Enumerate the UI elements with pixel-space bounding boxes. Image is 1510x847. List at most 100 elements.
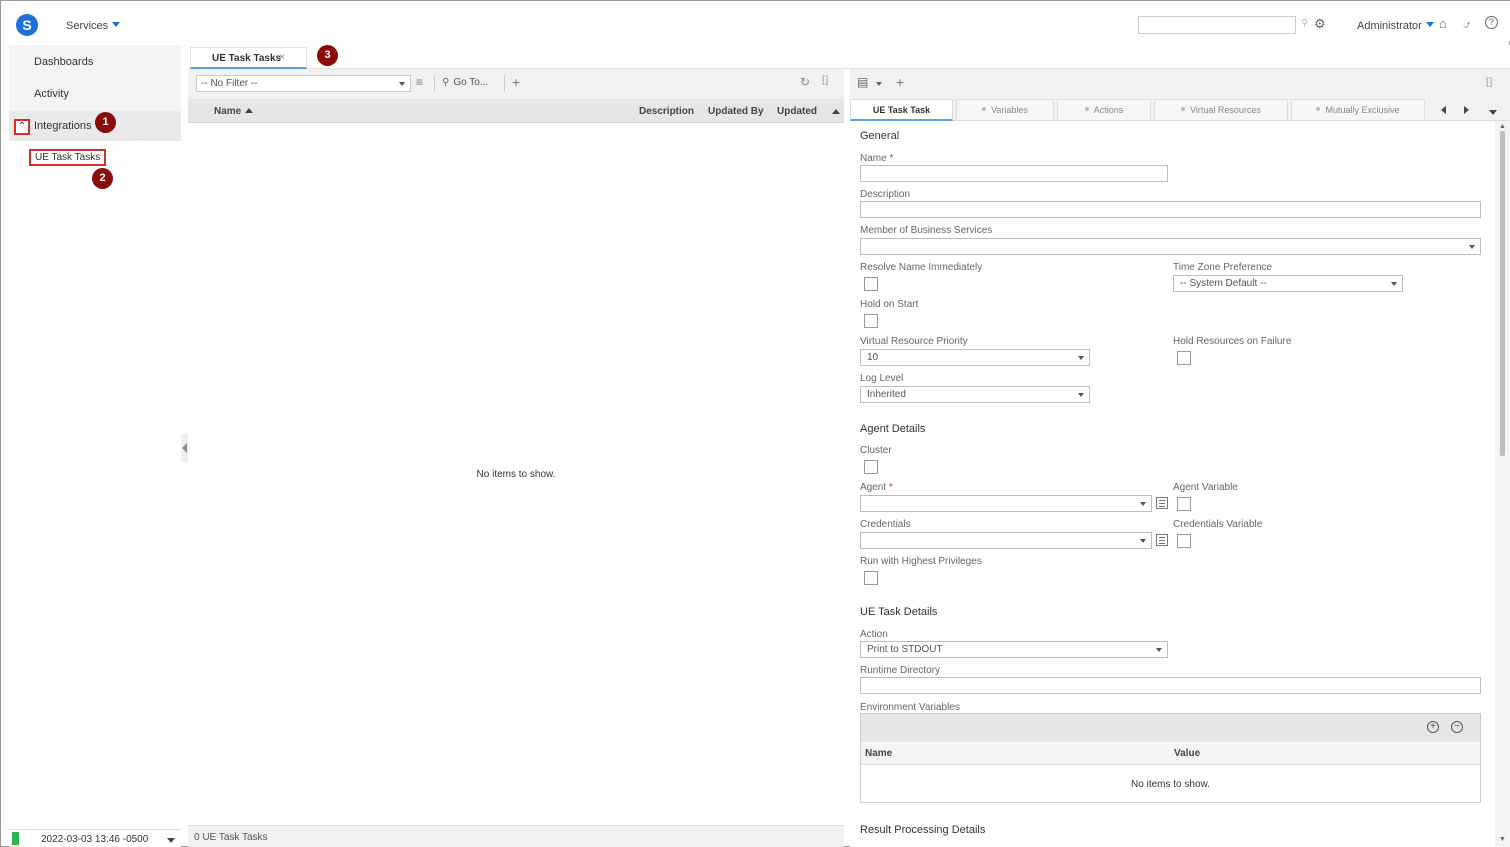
- log-select[interactable]: Inherited: [860, 386, 1090, 403]
- close-icon[interactable]: ×: [279, 52, 285, 63]
- tab-variables[interactable]: Variables: [956, 99, 1054, 121]
- column-header-updated[interactable]: Updated: [777, 106, 817, 117]
- scroll-thumb[interactable]: [1500, 131, 1505, 456]
- sidebar-item-activity[interactable]: Activity: [9, 79, 181, 109]
- chevron-down-icon: [1078, 393, 1084, 397]
- expand-icon[interactable]: [ ]: [822, 75, 828, 86]
- tab-ue-task-task[interactable]: UE Task Task: [850, 99, 953, 121]
- label-text: Name: [860, 153, 887, 164]
- gear-icon[interactable]: ⚙: [1314, 16, 1326, 32]
- filter-icon[interactable]: ≡: [416, 75, 423, 89]
- runtime-dir-field[interactable]: [860, 677, 1481, 694]
- collapse-up-icon[interactable]: ⌃: [14, 119, 30, 135]
- detail-pane: ▤ + [ ] UE Task Task Variables Actions V…: [850, 69, 1510, 847]
- sort-up-icon: [245, 108, 254, 113]
- action-select[interactable]: Print to STDOUT: [860, 641, 1168, 658]
- description-field[interactable]: [860, 201, 1481, 218]
- datetime-bar[interactable]: 2022-03-03 13:46 -0500: [9, 829, 181, 847]
- member-select[interactable]: [860, 238, 1481, 255]
- divider: [504, 75, 505, 92]
- scroll-down-icon[interactable]: ▼: [1499, 836, 1506, 843]
- vrp-select[interactable]: 10: [860, 349, 1090, 366]
- user-menu[interactable]: Administrator: [1357, 20, 1434, 32]
- env-header: Name Value: [861, 742, 1480, 765]
- agent-label: Agent *: [860, 482, 893, 493]
- agent-var-checkbox[interactable]: [1177, 497, 1191, 511]
- label-text: Agent: [860, 482, 887, 493]
- log-label: Log Level: [860, 373, 904, 384]
- env-column-value[interactable]: Value: [1174, 748, 1200, 759]
- tz-label: Time Zone Preference: [1173, 262, 1273, 273]
- empty-message: No items to show.: [476, 469, 556, 480]
- annotation-badge-2: 2: [92, 168, 113, 189]
- detail-tabs: UE Task Task Variables Actions Virtual R…: [850, 99, 1510, 121]
- name-field[interactable]: [860, 165, 1168, 182]
- tab-label: Mutually Exclusive: [1325, 105, 1400, 115]
- bell-icon[interactable]: ⍻: [1463, 16, 1470, 32]
- list-header: Name Description Updated By Updated: [188, 99, 844, 123]
- cred-select[interactable]: [860, 532, 1152, 549]
- filter-select[interactable]: -- No Filter --: [196, 75, 411, 92]
- help-icon[interactable]: ?: [1485, 16, 1498, 29]
- remove-icon[interactable]: −: [1451, 721, 1463, 733]
- goto-button[interactable]: ⚲ Go To...: [442, 77, 488, 88]
- add-icon[interactable]: +: [512, 74, 520, 90]
- add-icon[interactable]: +: [1427, 721, 1439, 733]
- sidebar-item-label: Integrations: [34, 120, 92, 132]
- column-header-updated-by[interactable]: Updated By: [708, 106, 764, 117]
- runtime-dir-label: Runtime Directory: [860, 665, 941, 676]
- add-icon[interactable]: +: [896, 74, 904, 90]
- hold-res-checkbox[interactable]: [1177, 351, 1191, 365]
- env-label: Environment Variables: [860, 702, 960, 713]
- search-icon[interactable]: ⚲: [1301, 18, 1308, 29]
- app-logo[interactable]: S: [16, 14, 38, 36]
- list-pane: -- No Filter -- ≡ ⚲ Go To... + ↻ [ ] Name…: [188, 69, 844, 847]
- tab-menu-icon[interactable]: [1489, 110, 1497, 115]
- list-picker-icon[interactable]: [1156, 534, 1168, 546]
- home-icon[interactable]: ⌂: [1439, 16, 1447, 31]
- status-indicator: [12, 832, 19, 845]
- save-icon[interactable]: ▤: [857, 75, 868, 89]
- tz-value: -- System Default --: [1180, 278, 1267, 289]
- env-column-name[interactable]: Name: [865, 748, 892, 759]
- goto-label: Go To...: [453, 77, 489, 88]
- column-header-label: Name: [214, 106, 242, 117]
- tz-select[interactable]: -- System Default --: [1173, 275, 1403, 292]
- column-header-name[interactable]: Name: [214, 106, 254, 117]
- chevron-down-icon[interactable]: [876, 82, 882, 86]
- column-header-description[interactable]: Description: [639, 106, 694, 117]
- env-empty-message: No items to show.: [1131, 779, 1210, 790]
- sidebar-item-dashboards[interactable]: Dashboards: [9, 47, 181, 77]
- hold-checkbox[interactable]: [864, 314, 878, 328]
- resolve-checkbox[interactable]: [864, 277, 878, 291]
- tab-scroll-right-icon[interactable]: [1464, 106, 1469, 114]
- filter-value: -- No Filter --: [201, 78, 258, 89]
- scroll-up-icon[interactable]: [832, 109, 840, 114]
- tab-scroll-left-icon[interactable]: [1441, 106, 1446, 114]
- detail-toolbar: ▤ + [ ]: [850, 69, 1510, 99]
- run-high-checkbox[interactable]: [864, 571, 878, 585]
- services-menu[interactable]: Services: [66, 20, 121, 32]
- cred-var-checkbox[interactable]: [1177, 534, 1191, 548]
- sidebar-collapse-handle[interactable]: [181, 434, 188, 462]
- expand-icon[interactable]: [ ]: [1486, 77, 1492, 88]
- tab-virtual-resources[interactable]: Virtual Resources: [1154, 99, 1288, 121]
- hold-res-label: Hold Resources on Failure: [1173, 336, 1292, 347]
- tab-mutually-exclusive[interactable]: Mutually Exclusive: [1291, 99, 1425, 121]
- list-toolbar: -- No Filter -- ≡ ⚲ Go To... + ↻ [ ]: [188, 69, 844, 99]
- tab-ue-task-tasks[interactable]: UE Task Tasks ×: [190, 47, 307, 69]
- section-general: General: [860, 130, 900, 142]
- divider: [434, 75, 435, 92]
- form-scrollbar[interactable]: ▲ ▼: [1495, 121, 1510, 847]
- global-search-input[interactable]: [1138, 16, 1296, 34]
- refresh-icon[interactable]: ↻: [800, 75, 810, 89]
- cluster-checkbox[interactable]: [864, 460, 878, 474]
- chevron-down-icon: [112, 22, 121, 27]
- record-count: 0 UE Task Tasks: [194, 832, 268, 843]
- scroll-up-icon[interactable]: ▲: [1499, 123, 1506, 130]
- agent-select[interactable]: [860, 495, 1152, 512]
- sidebar-subitem-ue-task-tasks[interactable]: UE Task Tasks: [29, 149, 107, 166]
- list-picker-icon[interactable]: [1156, 497, 1168, 509]
- tab-actions[interactable]: Actions: [1057, 99, 1151, 121]
- chevron-down-icon[interactable]: [167, 838, 175, 843]
